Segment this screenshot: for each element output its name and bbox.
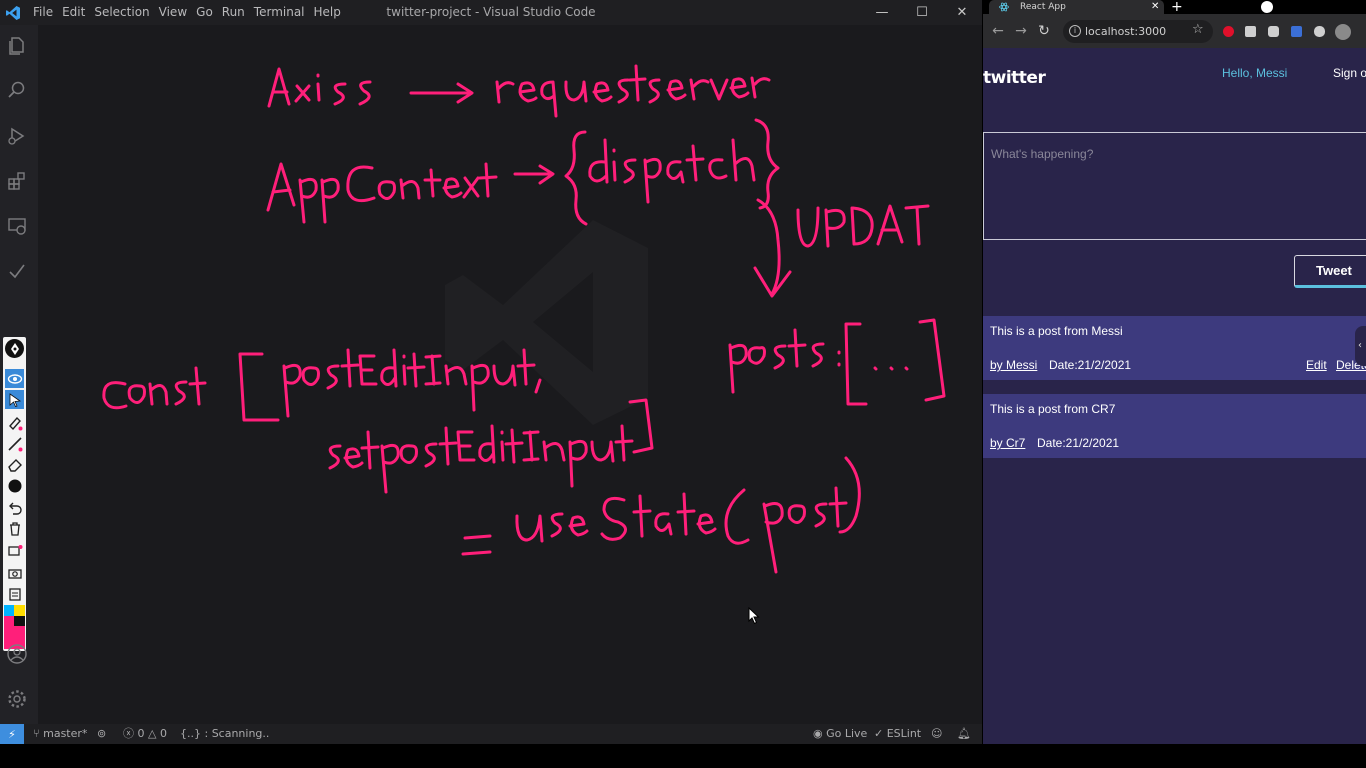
reload-icon[interactable]: ↻ bbox=[1036, 23, 1052, 39]
extension-blue-icon[interactable] bbox=[1291, 26, 1302, 37]
check-double-icon: ✓ bbox=[874, 727, 887, 740]
git-branch-icon: ⑂ bbox=[33, 727, 44, 740]
tab-search-icon[interactable] bbox=[1261, 1, 1273, 13]
url-text: localhost:3000 bbox=[1085, 25, 1167, 38]
broadcast-icon: ◉ bbox=[813, 727, 827, 740]
post-edit-link[interactable]: Edit bbox=[1306, 358, 1327, 372]
notifications-bell-icon[interactable]: 🔔︎ bbox=[957, 724, 971, 744]
tab-close-icon[interactable]: ✕ bbox=[1151, 0, 1159, 14]
whiteboard-ink bbox=[102, 64, 946, 574]
post-text: This is a post from Messi bbox=[990, 324, 1123, 338]
post-author-link[interactable]: by Messi bbox=[990, 358, 1037, 372]
ink-usestate bbox=[461, 456, 861, 574]
browser-toolbar: ← → ↻ i localhost:3000 ☆ bbox=[983, 14, 1366, 48]
remote-indicator-icon[interactable]: ⚡ bbox=[0, 724, 24, 744]
new-tab-button[interactable]: + bbox=[1171, 0, 1183, 14]
problems-indicator[interactable]: ⓧ 0 △ 0 bbox=[123, 724, 167, 744]
forward-icon[interactable]: → bbox=[1013, 23, 1029, 39]
extension-camera-icon[interactable] bbox=[1268, 26, 1279, 37]
post-author-link[interactable]: by Cr7 bbox=[990, 436, 1025, 450]
address-bar[interactable]: i localhost:3000 bbox=[1063, 20, 1213, 43]
post-date: Date:21/2/2021 bbox=[1049, 358, 1132, 372]
site-info-icon[interactable]: i bbox=[1069, 25, 1081, 37]
react-favicon-icon bbox=[999, 2, 1009, 12]
sign-out-link[interactable]: Sign out bbox=[1333, 66, 1366, 80]
post-text: This is a post from CR7 bbox=[990, 402, 1116, 416]
extension-red-icon[interactable] bbox=[1223, 26, 1234, 37]
ink-line-appcontext bbox=[266, 118, 780, 226]
mouse-cursor-icon bbox=[748, 607, 760, 625]
ink-update bbox=[753, 198, 930, 298]
collapse-chevron-icon[interactable]: ‹ bbox=[1355, 326, 1366, 366]
ink-setposteditinput bbox=[328, 398, 654, 494]
tab-bar: React App ✕ + bbox=[983, 0, 1366, 14]
go-live-button[interactable]: ◉ Go Live bbox=[813, 724, 867, 744]
sync-icon[interactable]: ⊚ bbox=[97, 724, 106, 744]
ink-posts bbox=[728, 318, 946, 406]
branch-indicator[interactable]: ⑂ master* bbox=[33, 724, 87, 744]
brand-logo[interactable]: twitter bbox=[983, 68, 1046, 88]
vscode-window: File Edit Selection View Go Run Terminal… bbox=[0, 0, 982, 744]
profile-avatar[interactable] bbox=[1335, 24, 1351, 40]
warning-icon: △ bbox=[148, 727, 160, 740]
twitter-app: twitter Hello, Messi Sign out What's hap… bbox=[983, 48, 1366, 744]
eslint-status[interactable]: ✓ ESLint bbox=[874, 724, 921, 744]
bookmark-star-icon[interactable]: ☆ bbox=[1192, 23, 1204, 37]
back-icon[interactable]: ← bbox=[990, 23, 1006, 39]
feedback-icon[interactable]: ☺ bbox=[931, 724, 942, 744]
tab-title: React App bbox=[1020, 2, 1066, 12]
screen: File Edit Selection View Go Run Terminal… bbox=[0, 0, 1366, 768]
browser-window: React App ✕ + ← → ↻ i localhost:3000 ☆ t… bbox=[983, 0, 1366, 744]
post-date: Date:21/2/2021 bbox=[1037, 436, 1120, 450]
tweet-input[interactable]: What's happening? bbox=[983, 132, 1366, 240]
ink-posteditinput bbox=[238, 348, 542, 422]
status-bar: ⚡ ⑂ master* ⊚ ⓧ 0 △ 0 {..} : Scanning.. … bbox=[0, 724, 982, 744]
tab-react-app[interactable]: React App ✕ bbox=[989, 0, 1164, 14]
extension-gray-icon[interactable] bbox=[1245, 26, 1256, 37]
scanning-status: {..} : Scanning.. bbox=[180, 727, 270, 740]
user-greeting[interactable]: Hello, Messi bbox=[1222, 66, 1287, 80]
tweet-button[interactable]: Tweet bbox=[1294, 255, 1366, 288]
ink-line-axios bbox=[267, 64, 771, 118]
error-icon: ⓧ bbox=[123, 727, 138, 740]
ink-const bbox=[102, 366, 207, 410]
post-card: This is a post from Messi by Messi Date:… bbox=[983, 316, 1366, 380]
extensions-puzzle-icon[interactable] bbox=[1314, 26, 1325, 37]
post-card: This is a post from CR7 by Cr7 Date:21/2… bbox=[983, 394, 1366, 458]
